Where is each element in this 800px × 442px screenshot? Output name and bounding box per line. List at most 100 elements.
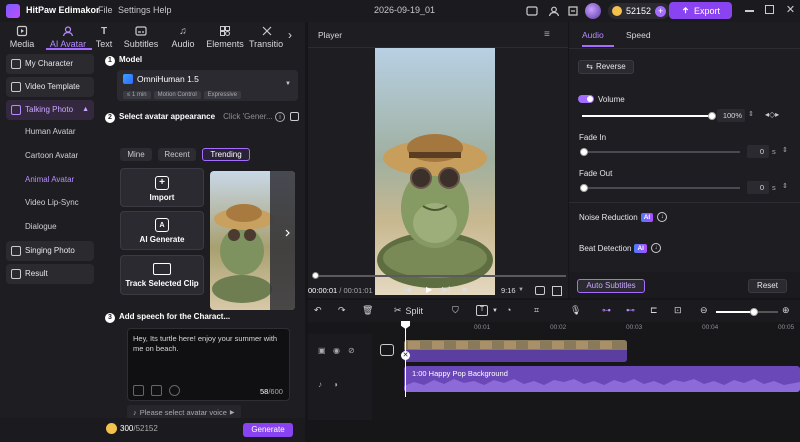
video-preview[interactable] bbox=[375, 48, 495, 295]
fade-in-knob[interactable] bbox=[580, 148, 588, 156]
ai-generate-card[interactable]: A AI Generate bbox=[120, 211, 204, 250]
mute-icon[interactable]: ◑ bbox=[333, 380, 338, 389]
menu-help[interactable]: Help bbox=[153, 5, 172, 15]
auto-subtitles-button[interactable]: Auto Subtitles bbox=[577, 279, 645, 293]
chevron-right-icon[interactable]: › bbox=[288, 28, 292, 42]
zoom-out-icon[interactable]: ⊖ bbox=[700, 305, 708, 316]
info-icon[interactable]: i bbox=[275, 112, 285, 122]
replace-icon[interactable]: ⊏ bbox=[650, 305, 658, 316]
link-icon[interactable]: ⊷ bbox=[626, 305, 635, 316]
fade-out-value[interactable]: 0 bbox=[747, 181, 769, 194]
sidebar-sub-video-lip-sync[interactable]: Video Lip-Sync bbox=[25, 198, 79, 207]
playback-scrubber[interactable] bbox=[312, 272, 566, 279]
snapshot-icon[interactable] bbox=[535, 286, 545, 295]
sidebar-sub-animal-avatar[interactable]: Animal Avatar bbox=[25, 175, 74, 184]
tab-subtitles[interactable]: Subtitles bbox=[119, 22, 163, 49]
import-card[interactable]: + Import bbox=[120, 168, 204, 207]
reverse-button[interactable]: ⇆ Reverse bbox=[578, 60, 634, 74]
menu-settings[interactable]: Settings bbox=[118, 5, 151, 15]
keyframe-icon[interactable]: ◂◇▸ bbox=[765, 110, 779, 119]
aspect-caret-icon[interactable]: ▼ bbox=[518, 287, 524, 293]
avatar-preview-thumbnail[interactable] bbox=[210, 171, 295, 310]
tab-trending[interactable]: Trending bbox=[202, 148, 250, 161]
zoom-in-icon[interactable]: ⊕ bbox=[782, 305, 790, 316]
tab-audio-props[interactable]: Audio bbox=[582, 30, 604, 40]
sidebar-item-singing-photo[interactable]: Singing Photo bbox=[6, 241, 94, 261]
insert-pause-icon[interactable] bbox=[151, 385, 162, 396]
fade-out-stepper-icon[interactable]: ⇕ bbox=[782, 182, 788, 190]
playhead-split-icon[interactable]: ✕ bbox=[401, 351, 410, 360]
fullscreen-icon[interactable] bbox=[552, 286, 562, 296]
redo-icon[interactable]: ↷ bbox=[338, 305, 346, 316]
crop-icon[interactable]: ⌗ bbox=[534, 305, 539, 316]
delete-icon[interactable]: 🗑 bbox=[362, 305, 373, 316]
export-button[interactable]: Export bbox=[669, 2, 732, 19]
fade-out-knob[interactable] bbox=[580, 184, 588, 192]
audio-clip[interactable]: 1:00 Happy Pop Background bbox=[404, 366, 800, 392]
add-credits-icon[interactable]: + bbox=[655, 5, 667, 17]
close-icon[interactable]: ✕ bbox=[785, 4, 796, 16]
sidebar-sub-human-avatar[interactable]: Human Avatar bbox=[25, 127, 76, 136]
undo-icon[interactable]: ↶ bbox=[314, 305, 322, 316]
reset-button[interactable]: Reset bbox=[748, 279, 787, 293]
download-icon[interactable]: ↓ bbox=[650, 243, 661, 253]
stop-icon[interactable]: ■ bbox=[462, 285, 467, 294]
generate-button[interactable]: Generate bbox=[243, 423, 293, 437]
sidebar-item-video-template[interactable]: Video Template bbox=[6, 77, 94, 97]
fade-in-slider[interactable] bbox=[580, 148, 740, 156]
message-icon[interactable] bbox=[525, 4, 538, 17]
account-icon[interactable] bbox=[547, 4, 560, 17]
sidebar-item-talking-photo[interactable]: Talking Photo ▲ bbox=[6, 100, 94, 120]
visibility-icon[interactable]: ◉ bbox=[333, 346, 340, 355]
volume-knob[interactable] bbox=[708, 112, 716, 120]
menu-file[interactable]: File bbox=[98, 5, 113, 15]
tab-transitions[interactable]: Transitio bbox=[249, 22, 289, 49]
volume-value[interactable]: 100% bbox=[717, 109, 745, 122]
magnet-icon[interactable]: ⊶ bbox=[602, 305, 611, 316]
text-caret-icon[interactable]: ▼ bbox=[492, 308, 498, 314]
volume-stepper-icon[interactable]: ⇕ bbox=[748, 110, 754, 118]
credits-badge[interactable]: 52152 + bbox=[608, 3, 671, 19]
split-button[interactable]: ✂ Split bbox=[394, 305, 423, 316]
playhead[interactable]: ✕ bbox=[401, 321, 410, 397]
sidebar-item-my-character[interactable]: My Character bbox=[6, 54, 94, 74]
zoom-slider[interactable] bbox=[716, 308, 778, 316]
tab-recent[interactable]: Recent bbox=[158, 148, 196, 161]
track-clip-card[interactable]: Track Selected Clip bbox=[120, 255, 204, 295]
voice-selector[interactable]: ♪ Please select avatar voice ▶ bbox=[127, 405, 241, 419]
sidebar-item-result[interactable]: Result bbox=[6, 264, 94, 284]
text-tool-icon[interactable]: T bbox=[476, 305, 488, 316]
avatar[interactable] bbox=[585, 3, 601, 19]
speech-textarea[interactable]: Hey, Its turtle here! enjoy your summer … bbox=[127, 328, 290, 401]
step-forward-icon[interactable]: ▶| bbox=[442, 285, 450, 294]
tab-media[interactable]: Media bbox=[0, 22, 44, 49]
step-back-icon[interactable]: |◀ bbox=[403, 285, 411, 294]
download-icon[interactable]: ↓ bbox=[657, 212, 668, 222]
lock-icon[interactable]: ⊘ bbox=[348, 346, 355, 355]
user-icon[interactable] bbox=[566, 4, 579, 17]
speed-icon[interactable]: ◔ bbox=[506, 305, 511, 315]
sidebar-sub-dialogue[interactable]: Dialogue bbox=[25, 222, 57, 231]
tab-mine[interactable]: Mine bbox=[120, 148, 152, 161]
tab-elements[interactable]: Elements bbox=[203, 22, 247, 49]
play-icon[interactable]: ▶ bbox=[426, 285, 432, 294]
shield-icon[interactable]: ⛉ bbox=[452, 305, 459, 316]
tab-speed[interactable]: Speed bbox=[626, 30, 651, 40]
video-clip[interactable] bbox=[404, 340, 627, 362]
cover-icon[interactable] bbox=[380, 344, 394, 356]
ai-write-icon[interactable] bbox=[133, 385, 144, 396]
fade-out-slider[interactable] bbox=[580, 184, 740, 192]
tab-audio[interactable]: ♫ Audio bbox=[161, 22, 205, 50]
sidebar-sub-cartoon-avatar[interactable]: Cartoon Avatar bbox=[25, 151, 78, 160]
expand-icon[interactable] bbox=[290, 112, 299, 121]
scrubber-handle[interactable] bbox=[312, 272, 319, 279]
minimize-icon[interactable] bbox=[745, 10, 754, 12]
volume-toggle[interactable] bbox=[578, 95, 594, 103]
fade-in-stepper-icon[interactable]: ⇕ bbox=[782, 146, 788, 154]
menu-icon[interactable]: ≡ bbox=[544, 29, 550, 40]
maximize-icon[interactable] bbox=[765, 5, 774, 14]
fade-in-value[interactable]: 0 bbox=[747, 145, 769, 158]
volume-slider[interactable] bbox=[582, 112, 716, 120]
fit-icon[interactable]: ⊡ bbox=[674, 305, 682, 316]
model-selector[interactable]: OmniHuman 1.5 ≤ 1 min Motion Control Expre… bbox=[117, 70, 298, 101]
